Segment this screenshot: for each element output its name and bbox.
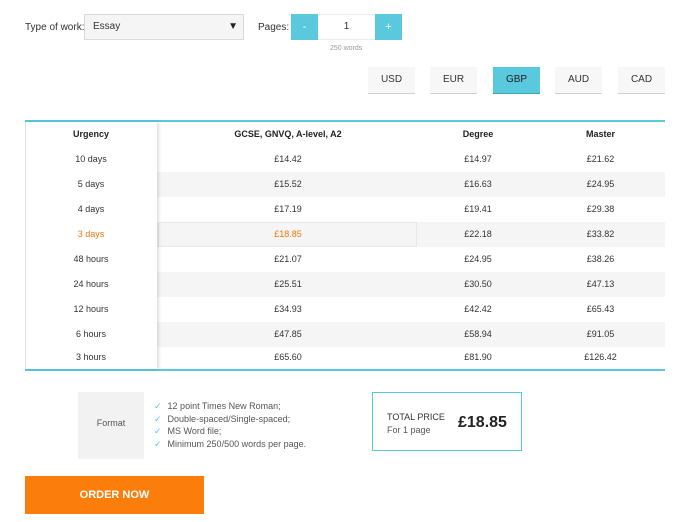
- format-list: ✓ 12 point Times New Roman; ✓ Double-space…: [154, 400, 306, 450]
- header-master: Master: [585, 129, 615, 139]
- check-icon: ✓: [154, 438, 162, 449]
- total-price-value: £18.85: [458, 414, 507, 431]
- table-row[interactable]: 6 hours £47.85 £58.94 £91.05: [25, 322, 665, 347]
- check-icon: ✓: [154, 413, 162, 424]
- urgency-cell: 10 days: [75, 154, 107, 164]
- format-item: ✓ Double-spaced/Single-spaced;: [154, 413, 306, 426]
- urgency-cell: 48 hours: [73, 254, 109, 264]
- order-form-top: Type of work: Essay ▼ Pages: - 1 +: [25, 14, 685, 44]
- format-item-text: 12 point Times New Roman;: [167, 401, 281, 411]
- header-gcse: GCSE, GNVQ, A-level, A2: [234, 129, 342, 139]
- price-cell[interactable]: £47.85: [158, 322, 418, 347]
- price-cell[interactable]: £126.42: [538, 345, 663, 370]
- format-item: ✓ 12 point Times New Roman;: [154, 400, 306, 413]
- price-cell[interactable]: £91.05: [538, 322, 663, 347]
- urgency-cell: 3 days: [77, 229, 105, 239]
- urgency-cell: 6 hours: [75, 329, 107, 339]
- price-cell[interactable]: £65.43: [538, 297, 663, 322]
- price-cell[interactable]: £14.42: [158, 147, 418, 172]
- price-cell[interactable]: £47.13: [538, 272, 663, 297]
- pages-input[interactable]: 1: [318, 14, 375, 40]
- check-icon: ✓: [154, 401, 162, 411]
- format-item: ✓ Minimum 250/500 words per page.: [154, 438, 306, 451]
- price-cell[interactable]: £15.52: [158, 172, 418, 197]
- pages-stepper: - 1 +: [291, 14, 402, 40]
- price-cell[interactable]: £42.42: [418, 297, 538, 322]
- price-cell[interactable]: £16.63: [418, 172, 538, 197]
- price-cell[interactable]: £65.60: [158, 345, 418, 370]
- header-degree: Degree: [462, 129, 494, 139]
- format-item: ✓ MS Word file;: [154, 425, 306, 438]
- price-cell[interactable]: £14.97: [418, 147, 538, 172]
- price-cell[interactable]: £29.38: [538, 197, 663, 222]
- table-row[interactable]: 12 hours £34.93 £42.42 £65.43: [25, 297, 665, 322]
- table-row[interactable]: 24 hours £25.51 £30.50 £47.13: [25, 272, 665, 297]
- price-cell[interactable]: £58.94: [418, 322, 538, 347]
- urgency-cell: 5 days: [77, 179, 105, 189]
- order-now-button[interactable]: ORDER NOW: [25, 476, 204, 514]
- price-cell[interactable]: £25.51: [158, 272, 418, 297]
- table-row[interactable]: 4 days £17.19 £19.41 £29.38: [25, 197, 665, 222]
- format-label: Format: [78, 392, 144, 459]
- total-price-label: TOTAL PRICE: [387, 412, 445, 422]
- currency-usd-button[interactable]: USD: [368, 67, 415, 94]
- price-cell[interactable]: £34.93: [158, 297, 418, 322]
- currency-gbp-button[interactable]: GBP: [493, 67, 540, 94]
- currency-cad-button[interactable]: CAD: [618, 67, 665, 94]
- table-row-selected[interactable]: 3 days £18.85 £22.18 £33.82: [25, 222, 665, 247]
- urgency-cell: 12 hours: [73, 304, 109, 314]
- increase-pages-button[interactable]: +: [375, 14, 402, 40]
- format-item-text: Double-spaced/Single-spaced;: [167, 413, 291, 424]
- format-item-text: Minimum 250/500 words per page.: [167, 438, 307, 449]
- urgency-cell: 3 hours: [75, 352, 107, 362]
- price-cell[interactable]: £22.18: [418, 222, 538, 247]
- chevron-down-icon: ▼: [228, 21, 238, 32]
- table-row[interactable]: 3 hours £65.60 £81.90 £126.42: [25, 345, 665, 370]
- price-cell[interactable]: £24.95: [418, 247, 538, 272]
- price-per-page-label: For 1 page: [387, 425, 431, 435]
- check-icon: ✓: [154, 426, 162, 436]
- table-row[interactable]: 5 days £15.52 £16.63 £24.95: [25, 172, 665, 197]
- type-of-work-select[interactable]: Essay ▼: [84, 14, 244, 40]
- price-cell[interactable]: £21.07: [158, 247, 418, 272]
- price-table: Urgency GCSE, GNVQ, A-level, A2 Degree M…: [25, 120, 665, 371]
- header-urgency: Urgency: [72, 129, 109, 139]
- format-info: Format ✓ 12 point Times New Roman; ✓ Doubl…: [78, 392, 336, 459]
- type-of-work-value: Essay: [93, 21, 121, 32]
- table-row[interactable]: 48 hours £21.07 £24.95 £38.26: [25, 247, 665, 272]
- table-header-row: Urgency GCSE, GNVQ, A-level, A2 Degree M…: [25, 122, 665, 147]
- price-cell[interactable]: £38.26: [538, 247, 663, 272]
- currency-eur-button[interactable]: EUR: [430, 67, 477, 94]
- decrease-pages-button[interactable]: -: [291, 14, 318, 40]
- pages-label: Pages:: [258, 22, 290, 33]
- price-cell[interactable]: £24.95: [538, 172, 663, 197]
- format-item-text: MS Word file;: [167, 426, 222, 436]
- currency-aud-button[interactable]: AUD: [555, 67, 602, 94]
- price-cell[interactable]: £81.90: [418, 345, 538, 370]
- type-of-work-label: Type of work:: [25, 22, 85, 33]
- price-cell[interactable]: £18.85: [158, 222, 418, 247]
- total-price-box: TOTAL PRICE For 1 page £18.85: [372, 392, 522, 451]
- table-row[interactable]: 10 days £14.42 £14.97 £21.62: [25, 147, 665, 172]
- price-cell[interactable]: £33.82: [538, 222, 663, 247]
- word-count: 250 words: [330, 45, 363, 52]
- urgency-cell: 4 days: [77, 204, 105, 214]
- urgency-cell: 24 hours: [73, 279, 109, 289]
- price-cell[interactable]: £17.19: [158, 197, 418, 222]
- price-cell[interactable]: £30.50: [418, 272, 538, 297]
- price-cell[interactable]: £19.41: [418, 197, 538, 222]
- price-cell[interactable]: £21.62: [538, 147, 663, 172]
